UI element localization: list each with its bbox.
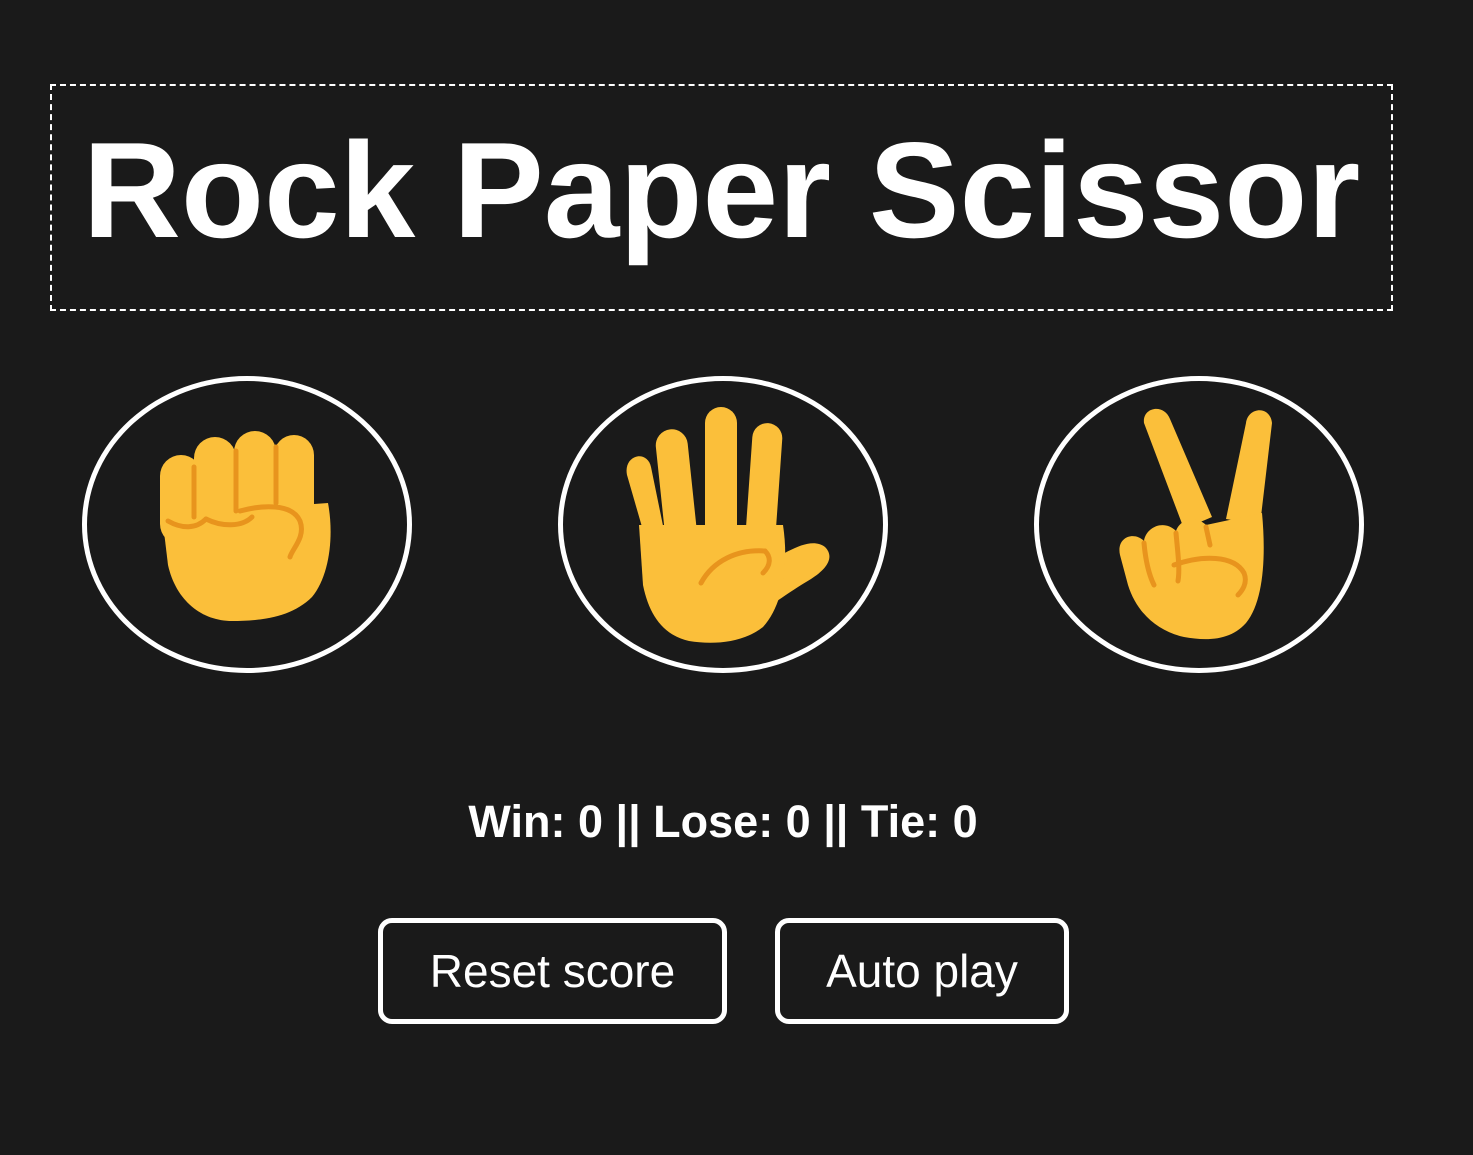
title-box: Rock Paper Scissor: [50, 84, 1393, 311]
scissors-button[interactable]: [1034, 376, 1364, 673]
reset-score-button[interactable]: Reset score: [378, 918, 727, 1024]
score-display: Win: 0 || Lose: 0 || Tie: 0: [468, 796, 978, 847]
raised-fist-icon: [152, 425, 342, 625]
auto-play-button[interactable]: Auto play: [775, 918, 1069, 1024]
raised-hand-icon: [613, 405, 833, 645]
victory-hand-icon: [1114, 405, 1284, 645]
rock-button[interactable]: [82, 376, 412, 673]
paper-button[interactable]: [558, 376, 888, 673]
page-title: Rock Paper Scissor: [82, 113, 1361, 266]
